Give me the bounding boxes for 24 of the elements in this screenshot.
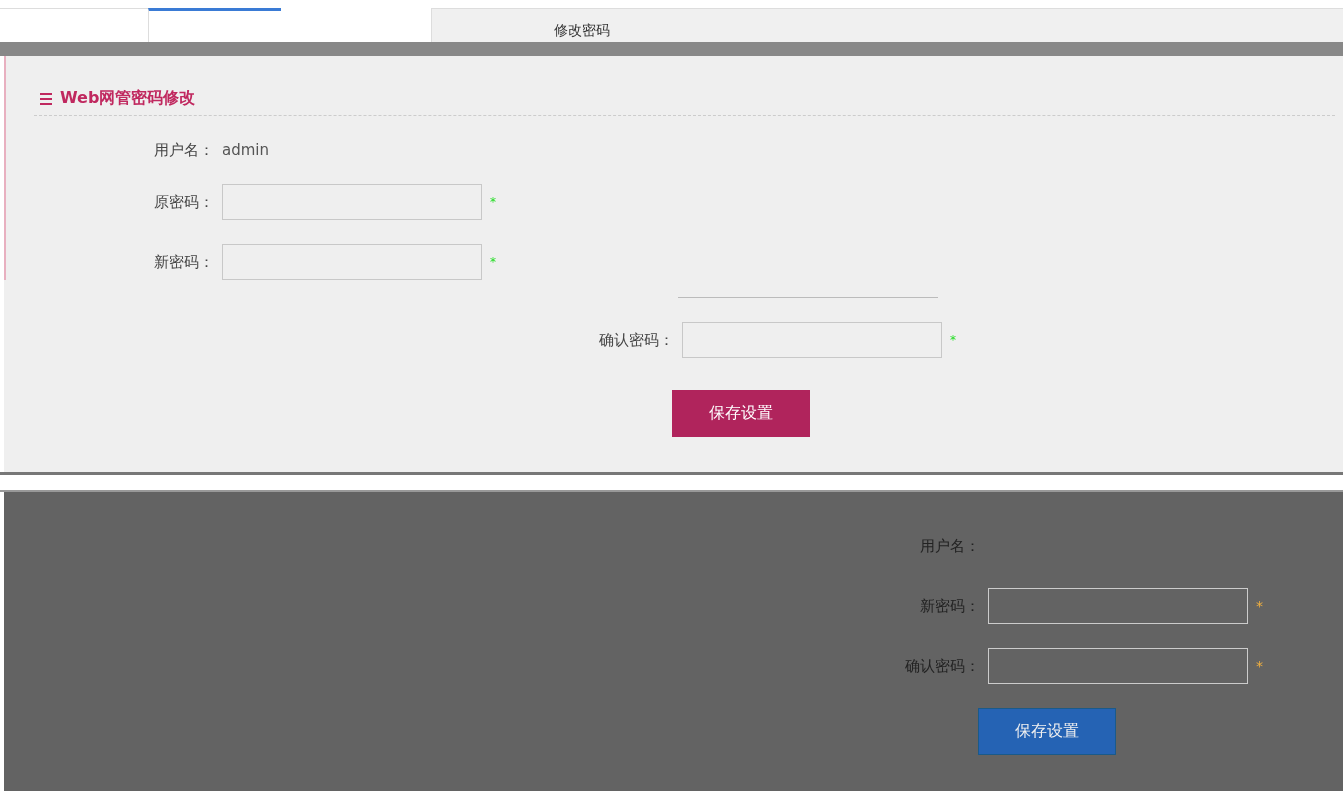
section-title: Web网管密码修改: [60, 88, 196, 109]
required-mark: *: [490, 195, 496, 209]
tab[interactable]: 修改密码: [431, 8, 732, 42]
field-label: 用户名：: [153, 140, 214, 160]
required-mark: *: [490, 255, 496, 269]
required-mark: *: [1256, 658, 1263, 674]
field-label: 确认密码：: [904, 656, 980, 676]
field-label: 原密码：: [153, 192, 214, 212]
password-field[interactable]: [222, 244, 482, 280]
password-field[interactable]: [988, 648, 1248, 684]
menu-icon: [40, 92, 52, 105]
field-label: 新密码：: [919, 596, 980, 616]
save-button[interactable]: 保存设置: [978, 708, 1116, 755]
password-field[interactable]: [988, 588, 1248, 624]
password-field[interactable]: [222, 184, 482, 220]
field-label: 新密码：: [153, 252, 214, 272]
save-button[interactable]: 保存设置: [672, 390, 810, 437]
required-mark: *: [1256, 598, 1263, 614]
field-label: 确认密码：: [598, 330, 674, 350]
username-value: admin: [222, 141, 269, 159]
tab[interactable]: [148, 8, 281, 44]
field-label: 用户名：: [919, 536, 980, 556]
required-mark: *: [950, 333, 956, 347]
password-field[interactable]: [682, 322, 942, 358]
